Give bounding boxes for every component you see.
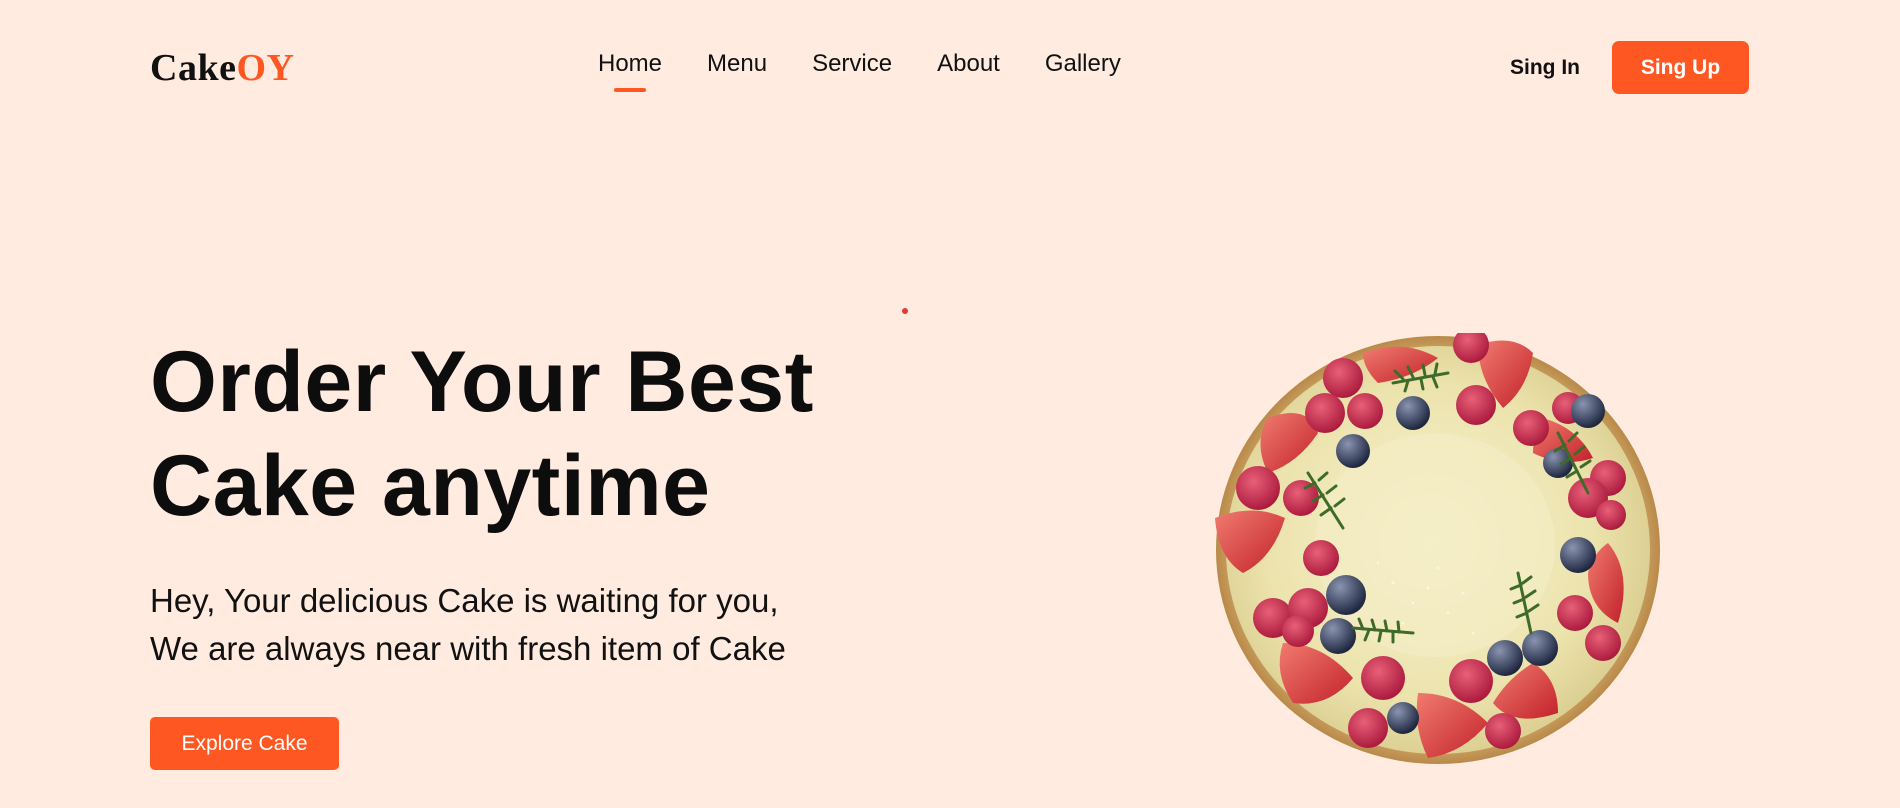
hero-title: Order Your Best Cake anytime: [150, 330, 930, 538]
brand-name-main: Cake: [150, 47, 237, 89]
nav-item-menu[interactable]: Menu: [707, 50, 767, 78]
decorative-dot: [902, 308, 908, 314]
sign-in-link[interactable]: Sing In: [1510, 56, 1580, 80]
nav-item-gallery[interactable]: Gallery: [1045, 50, 1121, 78]
hero-subtitle-line-2: We are always near with fresh item of Ca…: [150, 630, 786, 667]
cake-image: [1213, 333, 1663, 768]
berry-cake-icon: [1215, 333, 1660, 764]
sign-up-button[interactable]: Sing Up: [1612, 41, 1749, 94]
brand-logo[interactable]: CakeOY: [150, 46, 294, 90]
explore-cake-button[interactable]: Explore Cake: [150, 717, 339, 770]
nav-item-home[interactable]: Home: [598, 50, 662, 78]
nav-item-about[interactable]: About: [937, 50, 1000, 78]
hero-title-line-2: Cake anytime: [150, 438, 711, 534]
brand-name-accent: OY: [236, 47, 295, 89]
nav-item-service[interactable]: Service: [812, 50, 892, 78]
navbar: CakeOY Home Menu Service About Gallery S…: [0, 0, 1900, 136]
hero-subtitle: Hey, Your delicious Cake is waiting for …: [150, 577, 930, 673]
hero-title-line-1: Order Your Best: [150, 334, 814, 430]
main-nav: Home Menu Service About Gallery: [598, 50, 1121, 78]
hero-subtitle-line-1: Hey, Your delicious Cake is waiting for …: [150, 582, 779, 619]
